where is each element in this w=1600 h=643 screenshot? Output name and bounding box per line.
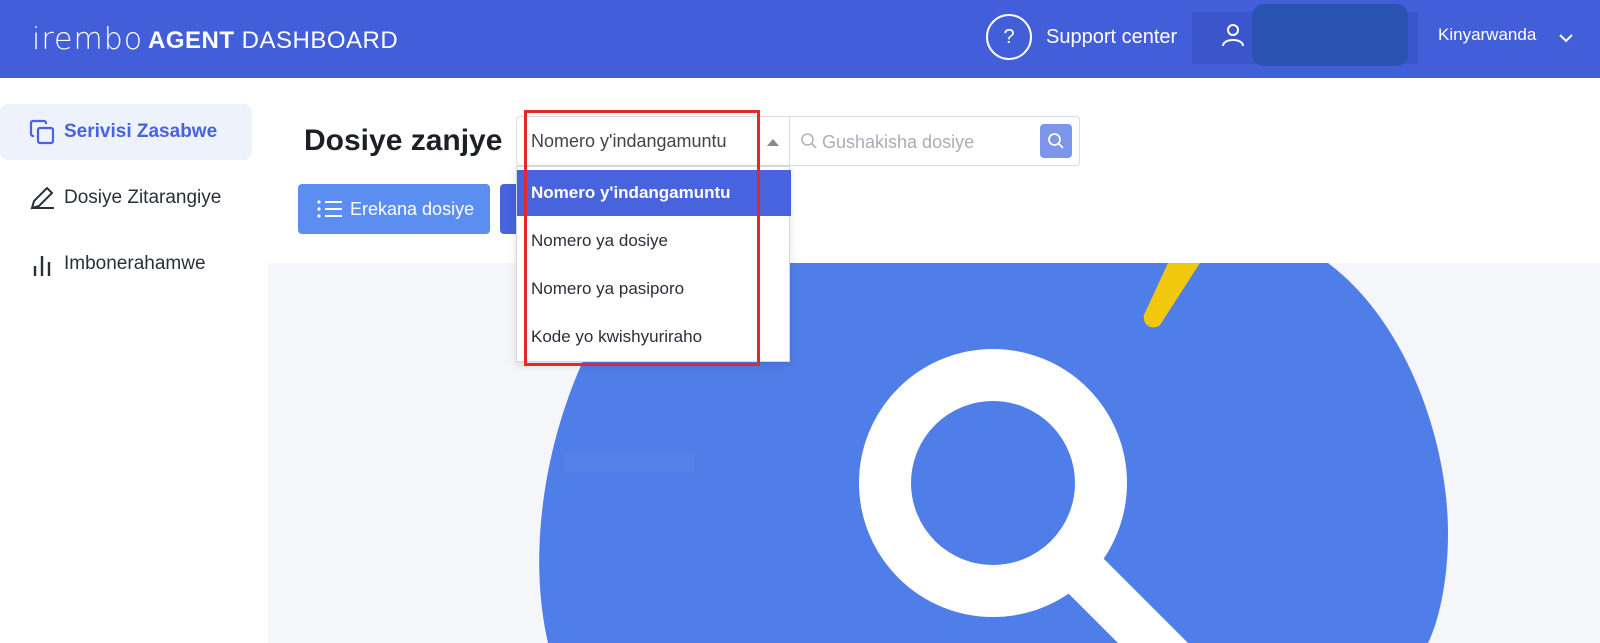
- sidebar-item-label: Imbonerahamwe: [64, 253, 206, 274]
- pencil-icon: [30, 186, 54, 210]
- sidebar-item-imbonerahamwe[interactable]: Imbonerahamwe: [0, 236, 252, 292]
- show-files-button[interactable]: Erekana dosiye: [298, 184, 490, 234]
- user-name-redacted: [1252, 4, 1408, 66]
- sidebar-item-serivisi-zasabwe[interactable]: Serivisi Zasabwe: [0, 104, 252, 160]
- magnifier-illustration: [539, 263, 1448, 643]
- show-files-label: Erekana dosiye: [350, 199, 475, 219]
- highlight-annotation-box: [524, 110, 760, 366]
- sidebar-item-label: Serivisi Zasabwe: [64, 121, 218, 142]
- support-center-link[interactable]: Support center: [1046, 26, 1177, 49]
- help-icon[interactable]: ?: [986, 14, 1032, 60]
- sidebar-item-label: Dosiye Zitarangiye: [64, 187, 222, 208]
- caret-up-icon: [767, 139, 779, 146]
- search-icon: [1048, 133, 1064, 149]
- sidebar: Serivisi Zasabwe Dosiye Zitarangiye Imbo…: [0, 78, 268, 643]
- chevron-down-icon[interactable]: [1558, 30, 1574, 46]
- copy-icon: [29, 119, 55, 145]
- app-title: AGENT DASHBOARD: [148, 27, 398, 55]
- search-input[interactable]: [822, 129, 1022, 155]
- app-title-bold: AGENT: [148, 27, 235, 54]
- search-icon: [801, 133, 817, 149]
- app-title-rest: DASHBOARD: [234, 27, 399, 54]
- page-title: Dosiye zanjye: [304, 124, 503, 157]
- sidebar-item-dosiye-zitarangiye[interactable]: Dosiye Zitarangiye: [0, 170, 252, 226]
- irembo-logo[interactable]: irembo: [32, 22, 143, 57]
- search-button[interactable]: [1040, 124, 1072, 158]
- bar-chart-icon: [33, 256, 51, 276]
- language-selector[interactable]: Kinyarwanda: [1438, 25, 1536, 45]
- search-field[interactable]: [790, 116, 1080, 166]
- list-icon: [317, 200, 342, 218]
- top-navbar: irembo AGENT DASHBOARD ? Support center …: [0, 0, 1600, 78]
- empty-state-illustration: [268, 263, 1600, 643]
- main-toolbar-panel: [268, 78, 1600, 263]
- user-icon[interactable]: [1220, 22, 1246, 48]
